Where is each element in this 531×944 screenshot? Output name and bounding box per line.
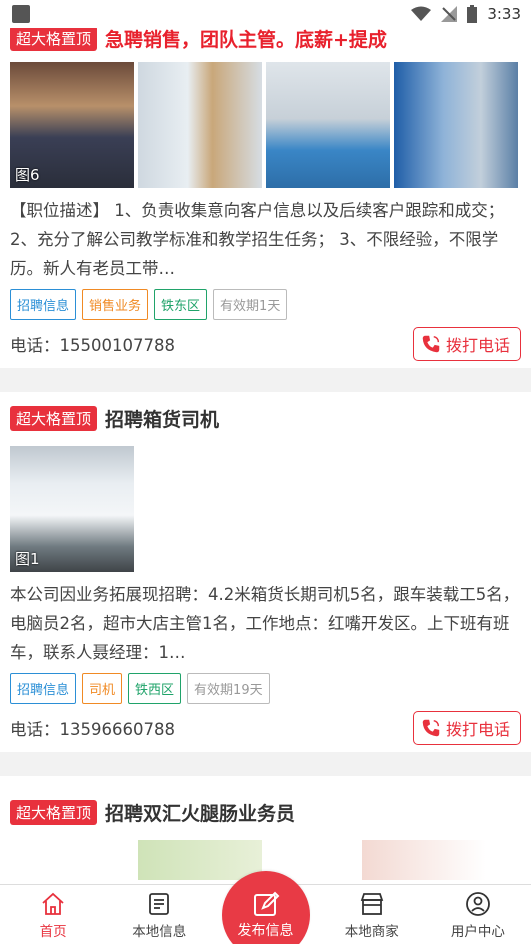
bottom-tab-bar: 首页 本地信息 发布信息 本地商家 用户中心 [0,871,531,944]
tag-category: 招聘信息 [10,673,77,704]
tag-industry: 销售业务 [82,289,149,320]
document-icon [149,893,170,915]
top-badge: 超大格置顶 [10,405,98,431]
phone-icon [422,335,440,353]
listing-image[interactable]: 图6 [10,62,134,188]
tag-industry: 司机 [82,673,123,704]
tab-publish[interactable]: 发布信息 [212,871,318,944]
tab-label: 本地商家 [344,924,399,940]
listing-image[interactable] [266,62,390,188]
tag-district: 铁东区 [154,289,208,320]
tab-local-merchants[interactable]: 本地商家 [319,885,425,944]
tag-district: 铁西区 [128,673,182,704]
status-time: 3:33 [487,5,521,23]
publish-label: 发布信息 [237,923,294,939]
tab-local-info[interactable]: 本地信息 [106,885,212,944]
phone-number: 电话：13596660788 [10,720,175,739]
listing-feed[interactable]: 超大格置顶 急聘销售，团队主管。底薪+提成 图6 【职位描述】 1、负责收集意向… [0,28,531,884]
edit-icon [253,891,279,916]
image-gallery[interactable]: 图6 [10,62,521,188]
listing-image[interactable] [394,62,518,188]
store-icon [360,893,383,915]
image-gallery[interactable]: 图1 [10,446,521,572]
tab-home[interactable]: 首页 [0,885,106,944]
listing-image[interactable]: 图1 [10,446,134,572]
tag-list: 招聘信息 司机 铁西区 有效期19天 [10,673,521,704]
image-count: 图6 [15,166,40,184]
listing-image[interactable] [138,62,262,188]
listing-card[interactable]: 超大格置顶 招聘箱货司机 图1 本公司因业务拓展现招聘：4.2米箱货长期司机5名… [0,392,531,752]
listing-image[interactable] [362,840,486,880]
top-badge: 超大格置顶 [10,799,98,825]
tag-category: 招聘信息 [10,289,77,320]
call-button-label: 拨打电话 [445,336,510,355]
phone-number: 电话：15500107788 [10,336,175,355]
phone-icon [422,719,440,737]
listing-card[interactable]: 超大格置顶 急聘销售，团队主管。底薪+提成 图6 【职位描述】 1、负责收集意向… [0,28,531,368]
listing-title[interactable]: 急聘销售，团队主管。底薪+提成 [105,28,387,52]
no-signal-icon [441,6,458,22]
tab-user-center[interactable]: 用户中心 [425,885,531,944]
listing-title[interactable]: 招聘双汇火腿肠业务员 [105,799,295,826]
tab-label: 本地信息 [132,924,187,940]
top-badge: 超大格置顶 [10,28,98,51]
listing-title[interactable]: 招聘箱货司机 [105,405,219,432]
tag-list: 招聘信息 销售业务 铁东区 有效期1天 [10,289,521,320]
tag-validity: 有效期1天 [213,289,288,320]
call-button-label: 拨打电话 [445,720,510,739]
battery-icon [467,5,478,23]
listing-image[interactable] [138,840,262,880]
call-button[interactable]: 拨打电话 [412,711,521,745]
image-count: 图1 [15,550,40,568]
home-icon [42,892,64,915]
wifi-icon [411,6,432,21]
tab-label: 首页 [39,924,67,940]
user-icon [466,892,490,916]
call-button[interactable]: 拨打电话 [412,327,521,361]
status-bar: 3:33 [0,0,531,28]
tag-validity: 有效期19天 [187,673,270,704]
sim-card-icon [12,5,30,23]
listing-card[interactable]: 超大格置顶 招聘双汇火腿肠业务员 [0,776,531,884]
tab-label: 用户中心 [450,924,505,940]
listing-description[interactable]: 本公司因业务拓展现招聘：4.2米箱货长期司机5名，跟车装载工5名，电脑员2名，超… [10,580,521,667]
listing-description[interactable]: 【职位描述】 1、负责收集意向客户信息以及后续客户跟踪和成交； 2、充分了解公司… [10,196,521,283]
